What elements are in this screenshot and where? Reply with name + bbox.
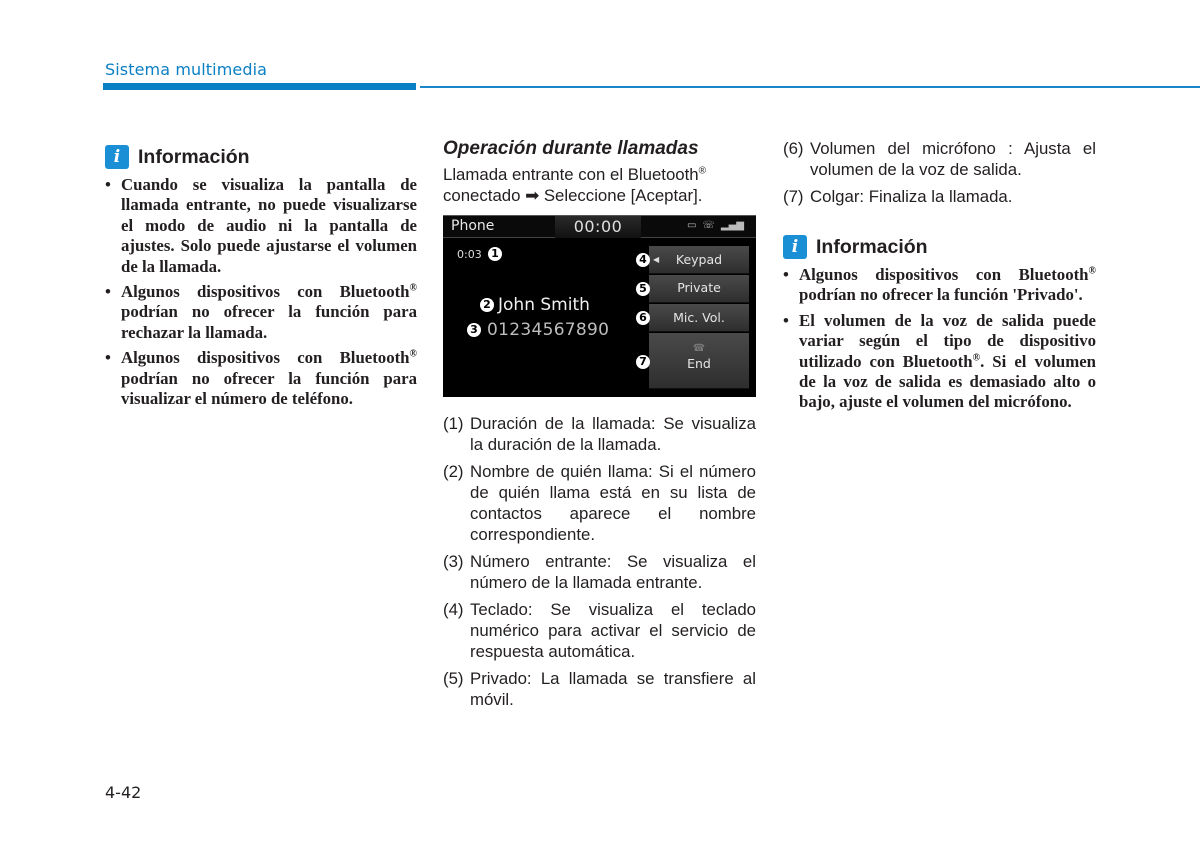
caller-name: John Smith xyxy=(498,295,590,315)
page-number: 4-42 xyxy=(105,783,142,802)
end-call-label: End xyxy=(687,356,711,371)
info-bullet: Algunos dispositivos con Bluetooth® podr… xyxy=(105,348,417,409)
callout-4: 4 xyxy=(636,253,650,267)
private-button[interactable]: Private xyxy=(649,275,749,303)
callout-6: 6 xyxy=(636,311,650,325)
callout-5: 5 xyxy=(636,282,650,296)
screen-clock: 00:00 xyxy=(555,216,641,238)
intro-line-2: conectado ➡ Seleccione [Aceptar]. xyxy=(443,186,703,205)
legend-item: (1) Duración de la llamada: Se visualiza … xyxy=(443,414,756,454)
call-duration: 0:03 xyxy=(457,248,482,261)
info-bullet-list: Cuando se visualiza la pantalla de llama… xyxy=(105,175,417,409)
callout-2: 2 xyxy=(480,298,494,312)
callout-1: 1 xyxy=(488,247,502,261)
caller-number: 01234567890 xyxy=(487,320,610,340)
info-title: Información xyxy=(816,235,928,258)
bluetooth-phone-icon: ☏ xyxy=(702,220,715,231)
callout-3: 3 xyxy=(467,323,481,337)
hang-up-icon: ☎ xyxy=(692,343,706,354)
right-column: (6) Volumen del micrófono : Ajusta el vol… xyxy=(783,138,1096,418)
intro-paragraph: Llamada entrante con el Bluetooth® conec… xyxy=(443,164,756,206)
info-heading: i Información xyxy=(105,143,417,171)
legend-item: (7) Colgar: Finaliza la llamada. xyxy=(783,187,1013,206)
screen-app-label: Phone xyxy=(451,218,495,234)
signal-icon: ▂▄▆ xyxy=(720,220,744,231)
info-title: Información xyxy=(138,145,250,168)
arrow-left-icon: ◀ xyxy=(653,255,660,264)
end-call-button[interactable]: ☎ End xyxy=(649,333,749,389)
status-icons: ▭ ☏ ▂▄▆ xyxy=(687,220,744,231)
legend-item: (4) Teclado: Se visualiza el teclado numé… xyxy=(443,600,756,661)
mic-volume-button[interactable]: Mic. Vol. xyxy=(649,304,749,332)
info-heading: i Información xyxy=(783,233,1096,261)
info-icon: i xyxy=(105,145,129,169)
legend-item: (6) Volumen del micrófono : Ajusta el vol… xyxy=(783,139,1096,179)
section-title: Operación durante llamadas xyxy=(443,138,699,159)
legend-item: (2) Nombre de quién llama: Si el número d… xyxy=(443,462,756,544)
battery-icon: ▭ xyxy=(686,220,697,231)
intro-line-1: Llamada entrante con el Bluetooth® xyxy=(443,165,707,184)
info-bullet-list: Algunos dispositivos con Bluetooth® podr… xyxy=(783,265,1096,413)
left-info-box: i Información Cuando se visualiza la pan… xyxy=(105,143,417,414)
header-rule xyxy=(420,86,1200,88)
info-icon: i xyxy=(783,235,807,259)
phone-call-screen: Phone 00:00 ▭ ☏ ▂▄▆ 0:03 1 2 John Smith … xyxy=(443,215,756,397)
callout-7: 7 xyxy=(636,355,650,369)
screen-legend-list-continued: (6) Volumen del micrófono : Ajusta el vol… xyxy=(783,138,1096,207)
header-accent-bar xyxy=(103,83,416,90)
info-bullet: El volumen de la voz de salida puede var… xyxy=(783,311,1096,413)
screen-top-bar: Phone 00:00 ▭ ☏ ▂▄▆ xyxy=(443,216,756,238)
info-bullet: Algunos dispositivos con Bluetooth® podr… xyxy=(783,265,1096,306)
info-bullet: Cuando se visualiza la pantalla de llama… xyxy=(105,175,417,277)
middle-column: Operación durante llamadas Llamada entra… xyxy=(443,138,756,716)
keypad-button[interactable]: Keypad xyxy=(649,246,749,274)
legend-item: (3) Número entrante: Se visualiza el núme… xyxy=(443,552,756,592)
screen-legend-list: (1) Duración de la llamada: Se visualiza … xyxy=(443,413,756,710)
info-bullet: Algunos dispositivos con Bluetooth® podr… xyxy=(105,282,417,343)
section-header-title: Sistema multimedia xyxy=(105,60,268,79)
legend-item: (5) Privado: La llamada se transfiere al … xyxy=(443,669,756,709)
